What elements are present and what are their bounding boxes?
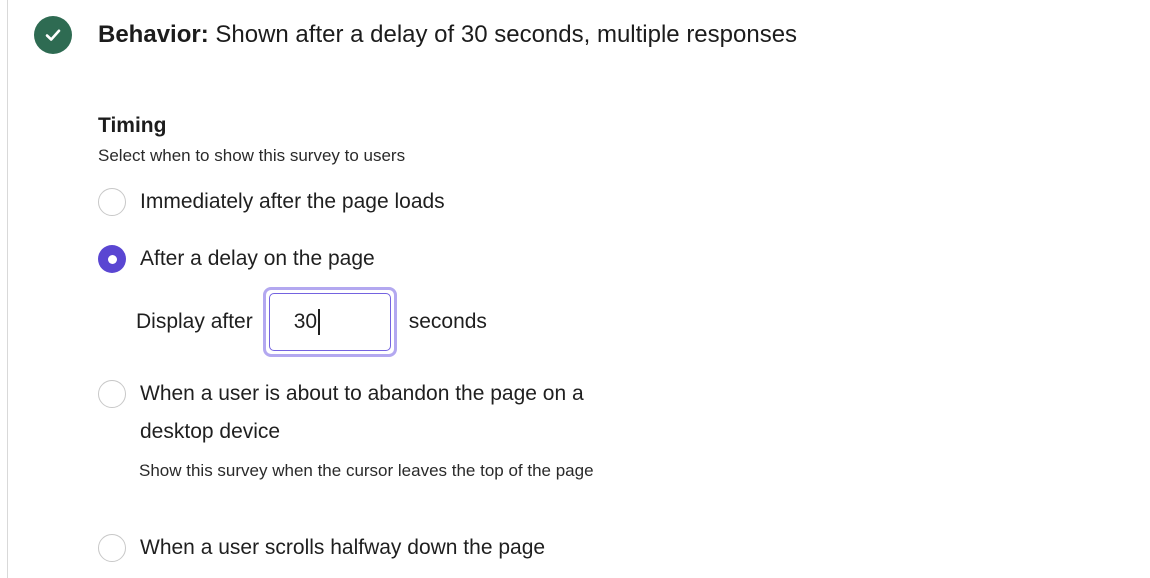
delay-row: Display after 30 seconds	[136, 287, 487, 357]
delay-seconds-input[interactable]: 30	[262, 287, 397, 357]
behavior-summary: Behavior: Shown after a delay of 30 seco…	[98, 16, 797, 54]
timing-option-delay[interactable]: After a delay on the page	[98, 245, 375, 273]
check-icon	[34, 16, 72, 54]
option-label-scroll: When a user scrolls halfway down the pag…	[140, 536, 546, 559]
delay-seconds-field[interactable]: 30	[268, 293, 391, 351]
delay-unit-label: seconds	[408, 310, 487, 333]
option-label-delay: After a delay on the page	[140, 247, 375, 270]
radio-delay[interactable]	[98, 245, 126, 273]
behavior-summary-text: Shown after a delay of 30 seconds, multi…	[215, 21, 798, 48]
option-label-immediately: Immediately after the page loads	[140, 190, 445, 213]
timing-option-exit-intent[interactable]: When a user is about to abandon the page…	[98, 380, 658, 451]
text-caret	[318, 309, 320, 335]
behavior-section-header[interactable]: Behavior: Shown after a delay of 30 seco…	[34, 16, 797, 54]
behavior-label: Behavior:	[98, 21, 209, 48]
radio-scroll[interactable]	[98, 534, 126, 562]
delay-seconds-value: 30	[293, 310, 318, 333]
left-divider	[7, 0, 8, 578]
radio-exit-intent[interactable]	[98, 380, 126, 408]
behavior-settings-panel: Behavior: Shown after a delay of 30 seco…	[0, 0, 1150, 578]
timing-subtitle: Select when to show this survey to users	[98, 146, 406, 165]
timing-option-scroll[interactable]: When a user scrolls halfway down the pag…	[98, 534, 546, 562]
option-label-exit-intent: When a user is about to abandon the page…	[140, 382, 584, 443]
timing-option-immediately[interactable]: Immediately after the page loads	[98, 188, 445, 216]
exit-intent-help-text: Show this survey when the cursor leaves …	[139, 461, 594, 480]
delay-prefix-label: Display after	[136, 310, 253, 333]
radio-immediately[interactable]	[98, 188, 126, 216]
timing-title: Timing	[98, 114, 167, 137]
